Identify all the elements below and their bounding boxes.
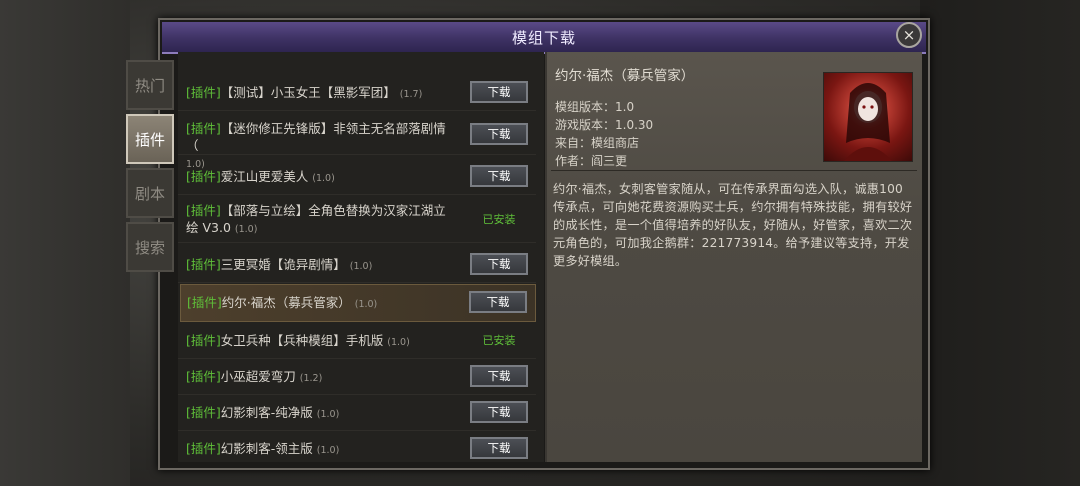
list-item[interactable]: [插件]小巫超爱弯刀 (1.2) 下载 — [178, 358, 536, 395]
list-item[interactable]: [插件]幻影刺客-纯净版 (1.0) 下载 — [178, 394, 536, 431]
download-button[interactable]: 下载 — [470, 165, 528, 187]
detail-divider — [551, 170, 917, 171]
tab-scripts[interactable]: 剧本 — [126, 168, 174, 218]
list-item[interactable]: [插件]三更冥婚【诡异剧情】 (1.0) 下载 — [178, 246, 536, 283]
download-button[interactable]: 下载 — [470, 365, 528, 387]
mod-name: [插件]三更冥婚【诡异剧情】 (1.0) — [186, 257, 373, 272]
detail-game-version: 游戏版本：1.0.30 — [555, 118, 654, 132]
list-item[interactable]: [插件]【迷你修正先锋版】非领主无名部落剧情（ 1.0) 下载 — [178, 114, 536, 170]
mod-name: [插件]幻影刺客-领主版 (1.0) — [186, 441, 340, 456]
close-icon[interactable]: × — [896, 22, 922, 48]
download-button[interactable]: 下载 — [470, 123, 528, 145]
download-button[interactable]: 下载 — [470, 437, 528, 459]
download-button[interactable]: 下载 — [470, 401, 528, 423]
mod-name: [插件]小巫超爱弯刀 (1.2) — [186, 369, 323, 384]
list-item[interactable]: [插件]幻影刺客-领主版 (1.0) 下载 — [178, 430, 536, 462]
download-button[interactable]: 下载 — [469, 291, 527, 313]
tab-hot[interactable]: 热门 — [126, 60, 174, 110]
detail-source: 来自：模组商店 — [555, 136, 640, 150]
installed-label: 已安装 — [482, 213, 516, 226]
download-button[interactable]: 下载 — [470, 81, 528, 103]
mod-detail-panel: 约尔·福杰（募兵管家） 模组版本：1.0 游戏版本：1.0.30 来自：模组商店… — [547, 52, 922, 462]
detail-mod-version: 模组版本：1.0 — [555, 100, 635, 114]
mod-name: [插件]约尔·福杰（募兵管家） (1.0) — [187, 295, 378, 310]
detail-description: 约尔·福杰，女刺客管家随从，可在传承界面勾选入队，诚惠100传承点，可向她花费资… — [553, 182, 913, 268]
mod-name: [插件]爱江山更爱美人 (1.0) — [186, 169, 335, 184]
detail-title: 约尔·福杰（募兵管家） — [555, 68, 695, 84]
background-left — [0, 0, 130, 486]
list-item[interactable]: [插件]女卫兵种【兵种模组】手机版 (1.0) 已安装 — [178, 322, 536, 359]
mod-name: [插件]女卫兵种【兵种模组】手机版 (1.0) — [186, 333, 410, 348]
detail-author: 作者：阎三更 — [555, 154, 628, 168]
mod-list[interactable]: [插件]【测试】小玉女王【黑影军团】 (1.7) 下载 [插件]【迷你修正先锋版… — [178, 52, 544, 462]
tab-plugins[interactable]: 插件 — [126, 114, 174, 164]
window-title: 模组下载 — [162, 22, 926, 54]
mod-name: [插件]【部落与立绘】全角色替换为汉家江湖立绘 V3.0 (1.0) — [186, 203, 446, 235]
download-button[interactable]: 下载 — [470, 253, 528, 275]
character-portrait — [823, 72, 913, 162]
list-item-selected[interactable]: [插件]约尔·福杰（募兵管家） (1.0) 下载 — [180, 284, 536, 322]
mod-name: [插件]【测试】小玉女王【黑影军团】 (1.7) — [186, 85, 423, 100]
list-item[interactable]: [插件]【测试】小玉女王【黑影军团】 (1.7) 下载 — [178, 74, 536, 111]
list-item[interactable]: [插件]爱江山更爱美人 (1.0) 下载 — [178, 158, 536, 195]
mod-name: [插件]幻影刺客-纯净版 (1.0) — [186, 405, 340, 420]
tab-search[interactable]: 搜索 — [126, 222, 174, 272]
list-item[interactable]: [插件]【部落与立绘】全角色替换为汉家江湖立绘 V3.0 (1.0) 已安装 — [178, 196, 536, 243]
background-right — [920, 0, 1080, 486]
installed-label: 已安装 — [482, 334, 516, 347]
